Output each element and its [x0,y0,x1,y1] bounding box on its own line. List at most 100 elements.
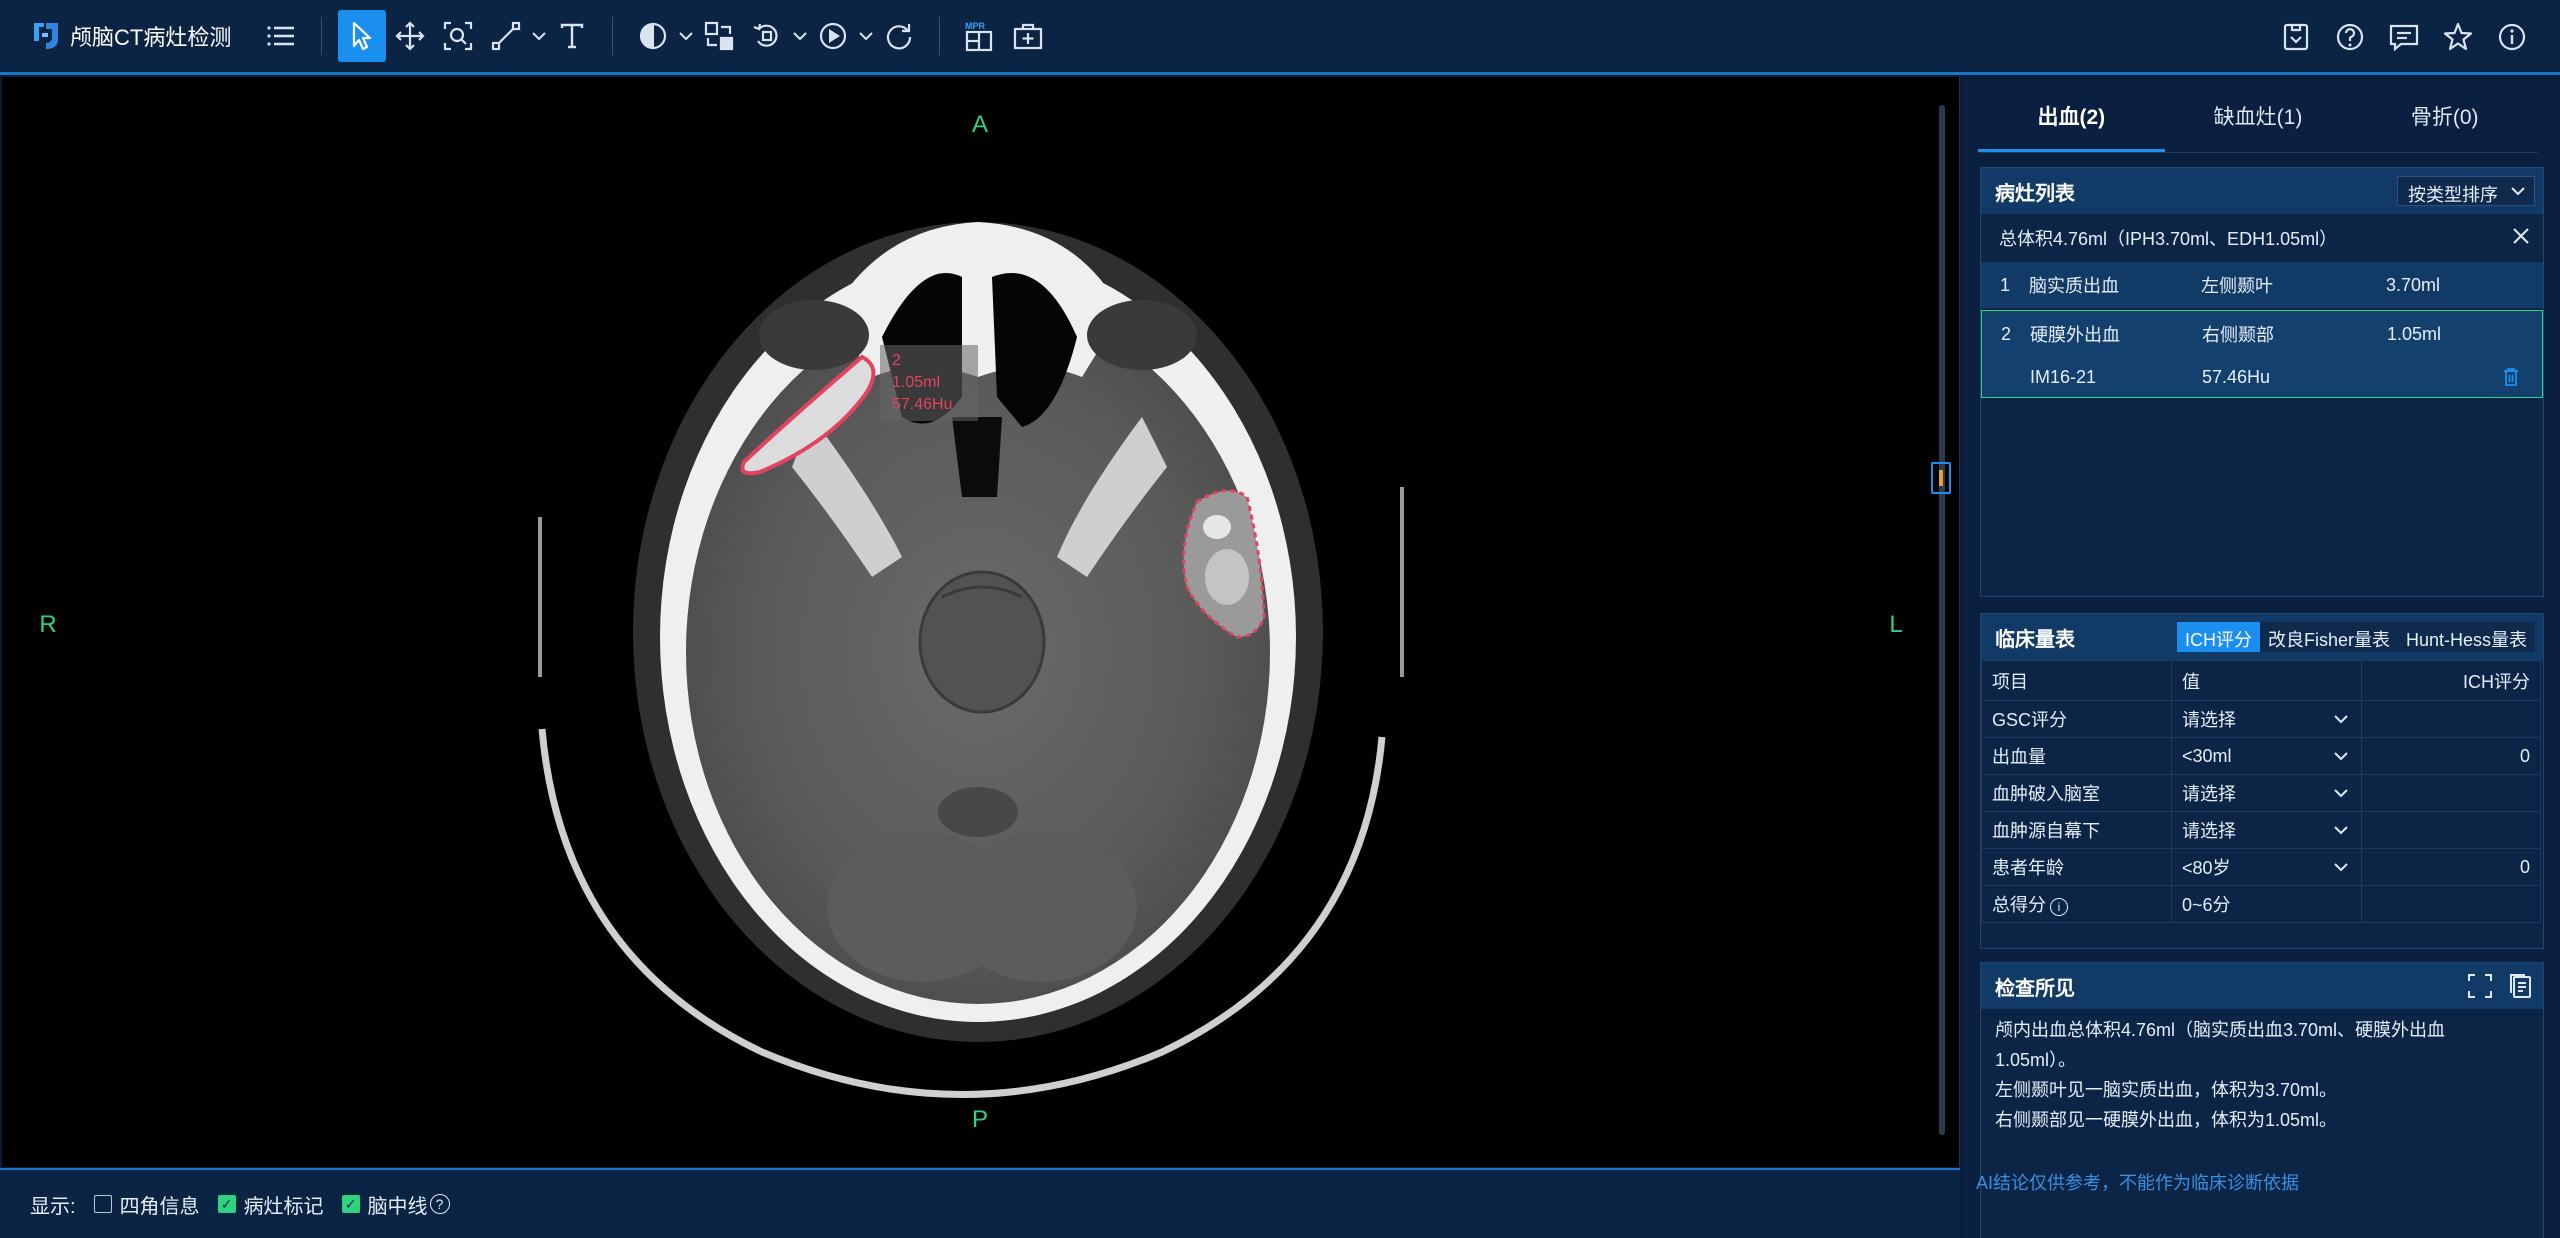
rotate-icon[interactable] [743,10,791,62]
window-level-icon[interactable] [629,10,677,62]
lesion-2-hu: 57.46Hu [892,396,953,413]
invert-icon[interactable] [695,10,743,62]
pan-icon[interactable] [386,10,434,62]
scale-total-value: 0~6分 [2171,885,2362,923]
lesion-row-location: 右侧颞部 [2202,325,2274,345]
lesion-type-tabs: 出血(2) 缺血灶(1) 骨折(0) [1978,87,2538,153]
lesion-row-volume: 1.05ml [2387,323,2442,344]
app-window: 颅脑CT病灶检测 MPR 2 1.05ml 57.46Hu A P R L 显示… [0,0,2560,1238]
ai-disclaimer: AI结论仅供参考，不能作为临床诊断依据 [1976,1173,2300,1193]
zoom-icon[interactable] [434,10,482,62]
scale-item-age: 患者年龄 [1981,848,2172,886]
checkbox-midline-label: 脑中线 [367,1195,428,1218]
chevron-down-icon [2334,715,2348,724]
table-row: 总得分 i 0~6分 [1981,885,2541,923]
toolbar-divider [939,17,940,55]
chevron-down-icon [2334,752,2348,761]
volume-select[interactable]: <30ml [2171,737,2362,775]
checkbox-midline-box[interactable] [341,1195,360,1213]
reset-icon[interactable] [875,10,923,62]
checkbox-lesion-marks[interactable]: 病灶标记 [217,1190,324,1219]
scale-item-ivh: 血肿破入脑室 [1981,774,2172,812]
ct-image-viewer[interactable]: 2 1.05ml 57.46Hu A P R L [2,77,1960,1167]
checkbox-midline[interactable]: 脑中线 ? [341,1190,450,1219]
age-select[interactable]: <80岁 [2171,848,2362,886]
findings-line: 左侧颞叶见一脑实质出血，体积为3.70ml。 [1995,1080,2338,1100]
copy-icon[interactable] [2507,973,2533,999]
lesion-row-1[interactable]: 1 脑实质出血 左侧颞叶 3.70ml [1981,262,2543,308]
sort-dropdown[interactable]: 按类型排序 [2397,176,2535,206]
trash-icon[interactable] [2502,367,2520,387]
findings-actions [2467,973,2533,999]
clinical-scale-panel: 临床量表 ICH评分 改良Fisher量表 Hunt-Hess量表 项目 值 I… [1980,613,2544,949]
close-icon[interactable] [2509,224,2533,248]
lesion-row-2-selected[interactable]: 2 硬膜外出血 右侧颞部 1.05ml IM16-21 57.46Hu [1981,310,2543,398]
toolbar-divider [321,17,322,55]
expand-icon[interactable] [2467,973,2493,999]
tab-modified-fisher[interactable]: 改良Fisher量表 [2260,622,2398,652]
toolbar-divider [612,17,613,55]
ivh-select[interactable]: 请选择 [2171,774,2362,812]
tab-fracture[interactable]: 骨折(0) [2351,87,2538,152]
right-panel: 出血(2) 缺血灶(1) 骨折(0) 病灶列表 按类型排序 总体积4.76ml（… [1962,77,2560,1238]
table-row: GSC评分 请选择 [1981,700,2541,738]
mpr-icon[interactable]: MPR [956,10,1004,62]
lesion-row-type: 硬膜外出血 [2030,325,2120,345]
tab-ich-score[interactable]: ICH评分 [2176,622,2260,652]
checkbox-corner-info-box[interactable] [93,1195,112,1213]
infratentorial-select[interactable]: 请选择 [2171,811,2362,849]
scale-type-tabs: ICH评分 改良Fisher量表 Hunt-Hess量表 [2176,622,2535,652]
window-level-dropdown-icon[interactable] [677,30,695,42]
ct-scan-image[interactable]: 2 1.05ml 57.46Hu A P R L [2,77,1960,1167]
rotate-dropdown-icon[interactable] [791,30,809,42]
table-row: 出血量 <30ml 0 [1981,737,2541,775]
midline-help-icon[interactable]: ? [429,1194,450,1214]
scale-score: 0 [2361,737,2541,775]
slice-scrollbar[interactable] [1931,105,1951,1135]
app-logo-icon [34,23,58,49]
findings-header: 检查所见 [1981,963,2543,1009]
tab-hemorrhage[interactable]: 出血(2) [1978,87,2165,152]
tab-ischemia[interactable]: 缺血灶(1) [2165,87,2352,152]
scale-item-gcs: GSC评分 [1981,700,2172,738]
pointer-icon[interactable] [338,10,386,62]
measure-dropdown-icon[interactable] [530,30,548,42]
slice-scroll-thumb[interactable] [1931,462,1951,494]
measure-icon[interactable] [482,10,530,62]
infratentorial-select-value: 请选择 [2182,821,2236,841]
checkbox-corner-info[interactable]: 四角信息 [93,1190,200,1219]
gcs-select[interactable]: 请选择 [2171,700,2362,738]
chevron-down-icon [2511,187,2525,196]
tab-hunt-hess[interactable]: Hunt-Hess量表 [2398,622,2535,652]
orientation-posterior: P [972,1106,988,1133]
lesion-list-panel: 病灶列表 按类型排序 总体积4.76ml（IPH3.70ml、EDH1.05ml… [1980,167,2544,597]
checkbox-lesion-marks-box[interactable] [217,1195,236,1213]
lesion-row-2[interactable]: 2 硬膜外出血 右侧颞部 1.05ml [1982,311,2542,357]
findings-line: 右侧颞部见一硬膜外出血，体积为1.05ml。 [1995,1110,2338,1130]
lesion-row-volume: 3.70ml [2386,274,2441,295]
lesion-row-number: 2 [2000,323,2011,344]
lesion-list-header: 病灶列表 按类型排序 [1981,168,2543,214]
clinical-scale-title: 临床量表 [1995,628,2075,651]
table-row: 血肿源自幕下 请选择 [1981,811,2541,849]
lesion-list-title: 病灶列表 [1995,182,2075,205]
inbox-icon[interactable] [2272,11,2320,63]
star-icon[interactable] [2434,11,2482,63]
chevron-down-icon [2334,789,2348,798]
display-options-bar: 显示: 四角信息 病灶标记 脑中线 ? [0,1168,1960,1238]
play-icon[interactable] [809,10,857,62]
lesion-row-number: 1 [1999,274,2010,295]
scale-total-score [2361,885,2541,923]
scale-score: 0 [2361,848,2541,886]
report-icon[interactable] [2380,11,2428,63]
right-toolbar [2272,11,2536,63]
gcs-select-value: 请选择 [2182,710,2236,730]
text-icon[interactable] [548,10,596,62]
medkit-icon[interactable] [1004,10,1052,62]
menu-icon[interactable] [257,10,305,62]
findings-line: 颅内出血总体积4.76ml（脑实质出血3.70ml、硬膜外出血 [1995,1020,2446,1040]
help-icon[interactable] [2326,11,2374,63]
play-dropdown-icon[interactable] [857,30,875,42]
total-info-icon[interactable]: i [2050,898,2068,916]
info-icon[interactable] [2488,11,2536,63]
